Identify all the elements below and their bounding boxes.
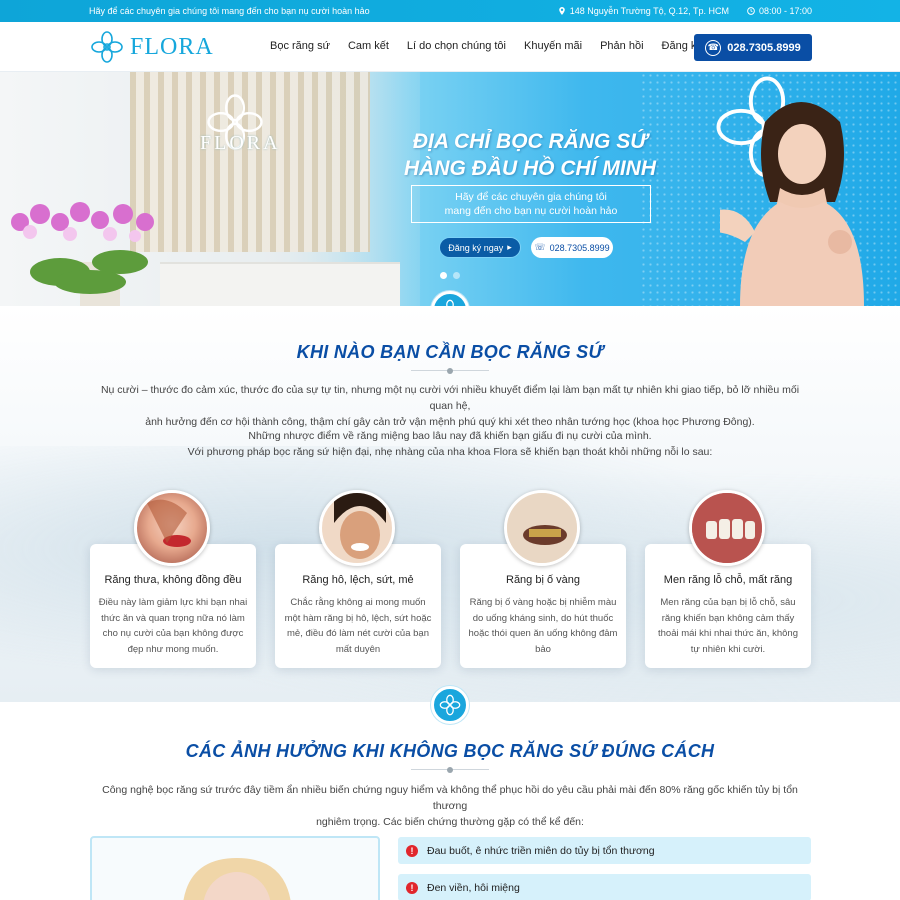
flower-logo-icon [91, 31, 123, 63]
side-effect-text-1: Đau buốt, ê nhức triền miên do tủy bị tổ… [427, 844, 655, 857]
section2-divider [411, 767, 489, 773]
section1-para1-line1: Nụ cười – thước đo cảm xúc, thước đo của… [100, 384, 800, 412]
lips-image [147, 499, 191, 547]
main-nav: Bọc răng sứ Cam kết Lí do chọn chúng tôi… [270, 40, 732, 52]
slider-dot-1[interactable] [440, 272, 447, 279]
address-info: 148 Nguyễn Trường Tộ, Q.12, Tp. HCM [558, 6, 729, 16]
side-effect-item-1: ! Đau buốt, ê nhức triền miên do tủy bị … [398, 837, 811, 864]
orchid-flowers [11, 202, 154, 242]
card-photo-1 [134, 490, 210, 566]
top-bar: Hãy để các chuyên gia chúng tôi mang đến… [0, 0, 900, 22]
problem-card-crooked-teeth: Răng hô, lệch, sứt, mẻ Chắc rằng không a… [275, 490, 441, 668]
nav-item-phan-hoi[interactable]: Phản hồi [600, 40, 643, 52]
header-phone-button[interactable]: ☎ 028.7305.8999 [694, 34, 812, 61]
phone-icon: ☎ [705, 39, 722, 56]
side-effect-item-2: ! Đen viền, hôi miệng [398, 874, 811, 900]
card-text-4: Men răng của bạn bị lỗ chỗ, sâu răng khi… [658, 597, 798, 655]
clinic-sign: FLORA [200, 132, 281, 154]
nav-item-boc-rang-su[interactable]: Bọc răng sứ [270, 40, 330, 52]
side-effect-photo [90, 836, 380, 900]
flower-emblem-icon [439, 694, 461, 716]
tagline: Hãy để các chuyên gia chúng tôi mang đến… [89, 6, 370, 16]
section1-title: KHI NÀO BẠN CẦN BỌC RĂNG SỨ [296, 342, 604, 362]
nav-item-khuyen-mai[interactable]: Khuyến mãi [524, 40, 582, 52]
register-now-button[interactable]: Đăng ký ngay ▸ [439, 237, 521, 258]
side-effect-text-2: Đen viền, hôi miệng [427, 881, 520, 894]
section1-para1-line2: ảnh hưởng đến cơ hội thành công, thậm ch… [145, 416, 755, 428]
section2-intro: Công nghệ bọc răng sứ trước đây tiềm ẩn … [90, 782, 810, 830]
reception-counter [160, 262, 400, 306]
nav-item-cam-ket[interactable]: Cam kết [348, 40, 389, 52]
header-phone-number: 028.7305.8999 [727, 41, 801, 54]
hero-subtitle-line2: mang đến cho bạn nụ cười hoàn hảo [444, 205, 618, 217]
slider-dots [440, 272, 460, 279]
card-text-2: Chắc rằng không ai mong muốn một hàm răn… [284, 597, 432, 655]
problem-card-gapped-teeth: Răng thưa, không đồng đều Điều này làm g… [90, 490, 256, 668]
section1-intro-2: Những nhược điểm về răng miệng bao lâu n… [90, 428, 810, 460]
card-title-1: Răng thưa, không đồng đều [104, 574, 242, 586]
site-header: FLORA Bọc răng sứ Cam kết Lí do chọn chú… [0, 22, 900, 72]
warning-icon: ! [406, 844, 418, 857]
card-title-2: Răng hô, lệch, sứt, mẻ [302, 574, 414, 586]
hero-subtitle-line1: Hãy để các chuyên gia chúng tôi [455, 191, 607, 203]
phone-icon: ☏ [534, 242, 546, 252]
person-smile-image [334, 493, 386, 559]
section1-divider [411, 368, 489, 374]
clock-icon [747, 7, 755, 15]
card-photo-4 [689, 490, 765, 566]
hero-model-woman [720, 102, 864, 306]
problem-card-enamel-loss: Men răng lỗ chỗ, mất răng Men răng của b… [645, 490, 811, 668]
damaged-teeth-image [692, 493, 762, 563]
nav-item-li-do[interactable]: Lí do chọn chúng tôi [407, 40, 506, 52]
hero-phone-number: 028.7305.8999 [549, 242, 610, 253]
hero-subtitle-box: Hãy để các chuyên gia chúng tôi mang đến… [411, 185, 651, 223]
location-pin-icon [558, 7, 565, 15]
logo-text: FLORA [130, 33, 214, 60]
address-text: 148 Nguyễn Trường Tộ, Q.12, Tp. HCM [569, 6, 729, 16]
hero-phone-button[interactable]: ☏ 028.7305.8999 [531, 237, 613, 258]
card-text-1: Điều này làm giảm lực khi bạn nhai thức … [98, 597, 248, 655]
section1-para2-line1: Những nhược điểm về răng miệng bao lâu n… [248, 430, 652, 442]
section2-title: CÁC ẢNH HƯỞNG KHI KHÔNG BỌC RĂNG SỨ ĐÚNG… [185, 741, 715, 761]
section-emblem-2 [431, 686, 469, 724]
hero-title-line2: HÀNG ĐẦU HỒ CHÍ MINH [404, 157, 656, 180]
flora-logo[interactable]: FLORA [90, 30, 214, 64]
hero-title: ĐỊA CHỈ BỌC RĂNG SỨ HÀNG ĐẦU HỒ CHÍ MINH [395, 128, 665, 182]
hero-banner: FLORA ĐỊA CHỈ BỌC RĂNG SỨ HÀNG ĐẦU HỒ CH… [0, 72, 900, 306]
play-arrow-icon: ▸ [507, 242, 512, 252]
hours-text: 08:00 - 17:00 [758, 6, 812, 16]
card-photo-3 [504, 490, 580, 566]
yellow-teeth-image [507, 493, 577, 563]
section1-para2-line2: Với phương pháp bọc răng sứ hiện đại, nh… [187, 446, 713, 458]
card-title-4: Men răng lỗ chỗ, mất răng [663, 574, 793, 586]
card-photo-2 [319, 490, 395, 566]
card-text-3: Răng bị ố vàng hoặc bị nhiễm màu do uống… [468, 597, 618, 655]
hero-title-line1: ĐỊA CHỈ BỌC RĂNG SỨ [412, 130, 648, 153]
section1-intro: Nụ cười – thước đo cảm xúc, thước đo của… [90, 382, 810, 430]
slider-dot-2[interactable] [453, 272, 460, 279]
section2-para-line2: nghiêm trọng. Các biến chứng thường gặp … [316, 816, 584, 828]
woman-portrait-image [183, 858, 291, 900]
hours-info: 08:00 - 17:00 [747, 6, 812, 16]
problem-card-yellow-teeth: Răng bị ố vàng Răng bị ố vàng hoặc bị nh… [460, 490, 626, 668]
warning-icon: ! [406, 881, 418, 894]
section2-para-line1: Công nghệ bọc răng sứ trước đây tiềm ẩn … [102, 784, 798, 812]
card-title-3: Răng bị ố vàng [506, 574, 580, 586]
register-now-label: Đăng ký ngay [448, 242, 504, 253]
